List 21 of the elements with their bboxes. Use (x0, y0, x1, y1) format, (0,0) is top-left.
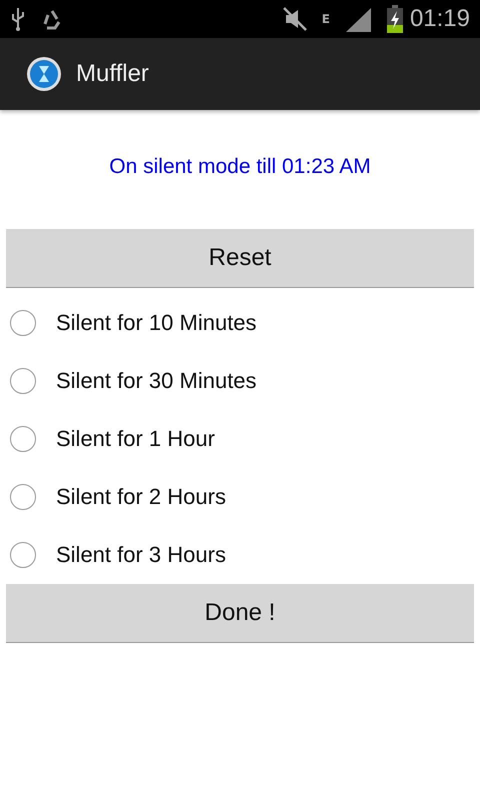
reset-button[interactable]: Reset (6, 229, 474, 288)
radio-button[interactable] (10, 426, 36, 452)
radio-button[interactable] (10, 542, 36, 568)
hourglass-icon[interactable] (26, 56, 62, 92)
option-label[interactable]: Silent for 30 Minutes (56, 368, 257, 394)
radio-button[interactable] (10, 484, 36, 510)
app-title: Muffler (76, 60, 149, 88)
option-label[interactable]: Silent for 1 Hour (56, 426, 215, 452)
network-type-indicator: E (322, 12, 330, 26)
radio-button[interactable] (10, 310, 36, 336)
option-label[interactable]: Silent for 2 Hours (56, 484, 226, 510)
option-label[interactable]: Silent for 3 Hours (56, 542, 226, 568)
battery-charging-icon (386, 5, 404, 33)
radio-button[interactable] (10, 368, 36, 394)
usb-icon (10, 6, 26, 32)
option-label[interactable]: Silent for 10 Minutes (56, 310, 257, 336)
signal-icon (344, 6, 372, 32)
done-button[interactable]: Done ! (6, 584, 474, 643)
silent-mode-status: On silent mode till 01:23 AM (108, 155, 372, 180)
clock-time: 01:19 (410, 5, 470, 33)
muted-speaker-icon (282, 6, 308, 32)
